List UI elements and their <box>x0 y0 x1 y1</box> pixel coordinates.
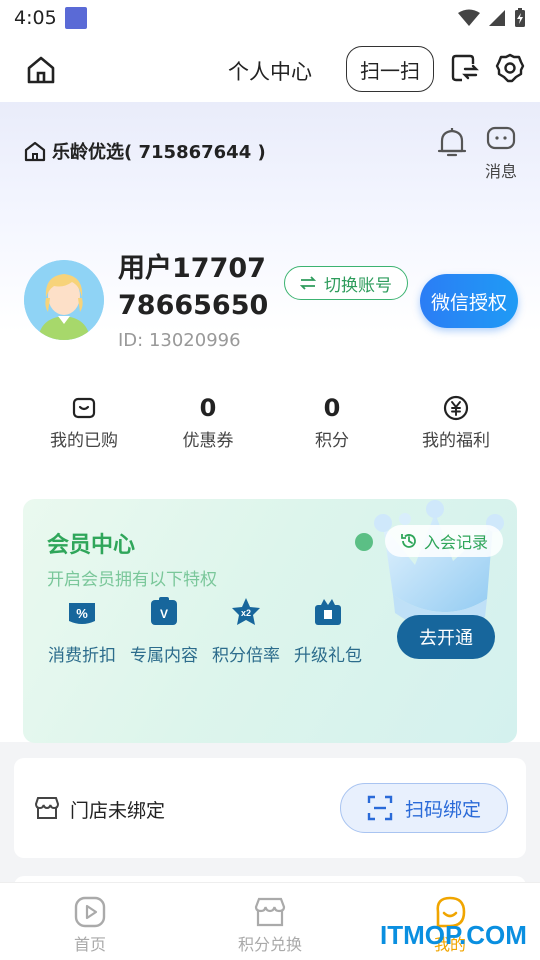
stat-points-value: 0 <box>323 394 341 422</box>
signal-icon <box>489 10 505 26</box>
perk-points-rate-label: 积分倍率 <box>212 646 280 666</box>
perk-upgrade-gift: 升级礼包 <box>291 597 365 666</box>
svg-text:%: % <box>76 606 88 621</box>
scan-button[interactable]: 扫一扫 <box>346 46 434 92</box>
watermark: ITMOP.COM <box>380 920 527 950</box>
perk-list: % 消费折扣 V 专属内容 x2 积分倍率 升级礼包 <box>45 597 365 666</box>
stat-purchased[interactable]: 我的已购 <box>22 392 146 456</box>
svg-text:V: V <box>160 607 168 621</box>
bell-icon[interactable] <box>436 126 468 160</box>
switch-account-button[interactable]: 切换账号 <box>284 266 408 300</box>
percent-badge-icon: % <box>69 603 95 624</box>
scan-bind-button[interactable]: 扫码绑定 <box>340 783 508 833</box>
membership-title: 会员中心 <box>47 533 136 558</box>
bag-icon <box>72 397 96 419</box>
tab-points-exchange-label: 积分兑换 <box>237 935 302 954</box>
home-icon <box>27 56 55 84</box>
perk-discount: % 消费折扣 <box>45 597 119 666</box>
stat-welfare-value <box>394 392 518 424</box>
stat-points[interactable]: 0 积分 <box>270 392 394 456</box>
perk-exclusive: V 专属内容 <box>127 597 201 666</box>
scan-bind-label: 扫码绑定 <box>404 798 481 821</box>
message-label: 消息 <box>484 162 517 181</box>
stat-coupons[interactable]: 0 优惠券 <box>146 392 270 456</box>
app-badge-icon <box>64 7 87 29</box>
membership-card: 会员中心 开启会员拥有以下特权 入会记录 % 消费折扣 V 专属内容 x2 积分… <box>23 499 517 743</box>
shop-icon <box>254 897 286 927</box>
decor-dot <box>355 533 373 551</box>
current-store[interactable]: 乐龄优选( 715867644 ) <box>24 138 266 164</box>
stat-purchased-label: 我的已购 <box>50 431 118 451</box>
tab-home-label: 首页 <box>73 935 106 954</box>
switch-account-label: 切换账号 <box>324 275 392 296</box>
switch-icon <box>451 54 479 82</box>
settings-button[interactable] <box>492 50 528 86</box>
wechat-auth-button[interactable]: 微信授权 <box>420 274 518 328</box>
stat-welfare-label: 我的福利 <box>422 431 490 451</box>
username: 用户1770778665650 <box>118 253 269 321</box>
store-name: 乐龄优选( 715867644 ) <box>52 142 266 163</box>
avatar[interactable] <box>24 260 104 340</box>
open-membership-button[interactable]: 去开通 <box>397 615 495 659</box>
top-nav: 个人中心 扫一扫 <box>0 36 540 102</box>
stat-points-label: 积分 <box>315 431 349 451</box>
join-record-label: 入会记录 <box>423 533 488 552</box>
x2-star-icon: x2 <box>232 598 260 625</box>
history-icon <box>401 534 416 548</box>
wifi-icon <box>458 9 480 26</box>
gear-icon <box>495 53 525 83</box>
battery-icon <box>515 8 525 27</box>
v-badge-icon: V <box>151 597 177 625</box>
store-bind-status: 门店未绑定 <box>70 800 166 822</box>
avatar-illustration <box>24 260 104 340</box>
join-record-button[interactable]: 入会记录 <box>385 525 503 557</box>
perk-upgrade-gift-label: 升级礼包 <box>294 646 362 666</box>
stat-coupons-value: 0 <box>199 394 217 422</box>
membership-subtitle: 开启会员拥有以下特权 <box>47 570 217 590</box>
perk-discount-label: 消费折扣 <box>48 646 116 666</box>
tab-points-exchange[interactable]: 积分兑换 <box>180 883 360 960</box>
scan-icon <box>367 795 393 821</box>
switch-store-button[interactable] <box>446 50 482 86</box>
stat-welfare[interactable]: 我的福利 <box>394 392 518 456</box>
yen-icon <box>443 395 469 421</box>
status-time: 4:05 <box>14 7 57 29</box>
user-id: ID: 13020996 <box>118 330 241 351</box>
stat-purchased-value <box>22 392 146 424</box>
status-icons <box>458 8 526 28</box>
stats-row: 我的已购 0 优惠券 0 积分 我的福利 <box>22 392 518 456</box>
message-button[interactable]: 消息 <box>482 126 520 182</box>
status-bar: 4:05 <box>0 0 540 36</box>
svg-text:x2: x2 <box>241 608 251 618</box>
stat-coupons-label: 优惠券 <box>182 431 234 451</box>
store-icon <box>34 797 60 819</box>
tab-home[interactable]: 首页 <box>0 883 180 960</box>
gift-icon <box>315 599 341 625</box>
message-icon <box>486 126 516 150</box>
home-button[interactable] <box>22 51 60 89</box>
swap-icon <box>300 276 316 290</box>
play-icon <box>74 896 106 928</box>
perk-points-rate: x2 积分倍率 <box>209 597 283 666</box>
perk-exclusive-label: 专属内容 <box>130 646 198 666</box>
store-home-icon <box>24 141 46 162</box>
store-bind-card: 门店未绑定 扫码绑定 <box>14 758 526 858</box>
